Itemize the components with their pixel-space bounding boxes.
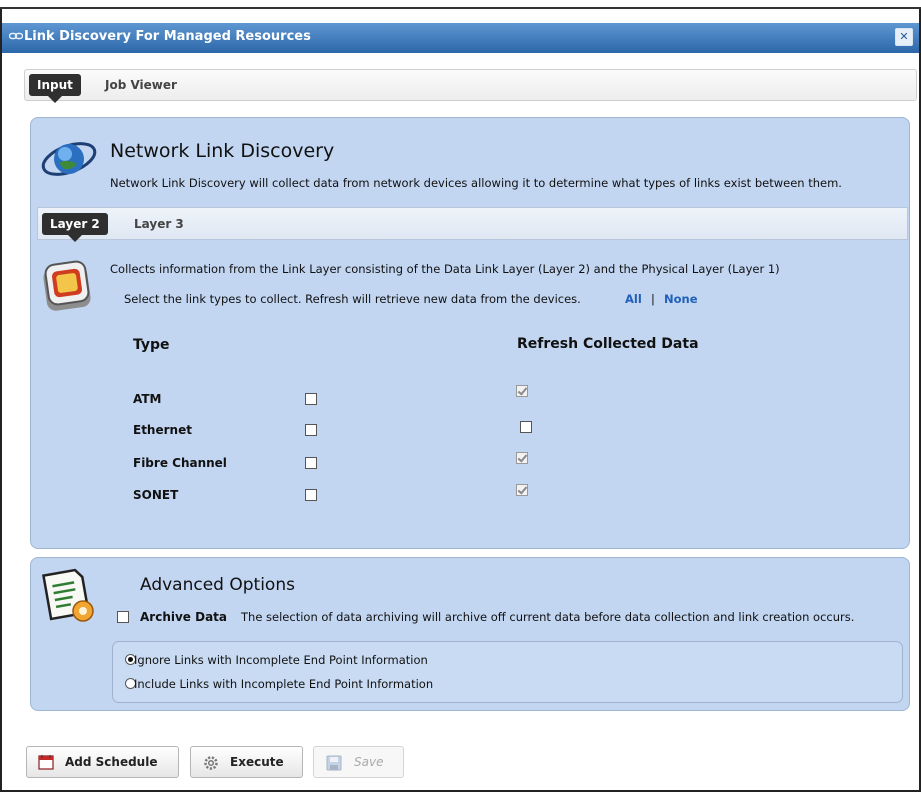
link-type-checkbox[interactable]: [305, 489, 317, 501]
endpoint-option-group: [112, 641, 903, 703]
top-tab-bar: Input Job Viewer: [24, 69, 917, 103]
tab-layer-3[interactable]: Layer 3: [134, 217, 184, 231]
link-type-label: SONET: [133, 488, 179, 502]
link-type-label: Ethernet: [133, 423, 192, 437]
globe-icon: [39, 136, 99, 185]
discovery-description: Network Link Discovery will collect data…: [110, 176, 842, 190]
add-schedule-button[interactable]: Add Schedule: [26, 746, 179, 778]
tab-layer-2[interactable]: Layer 2: [42, 213, 108, 242]
link-type-checkbox[interactable]: [305, 424, 317, 436]
type-column-header: Type: [133, 337, 170, 353]
link-separator: |: [651, 292, 655, 306]
select-instructions: Select the link types to collect. Refres…: [124, 292, 581, 306]
archive-data-checkbox[interactable]: [117, 611, 129, 623]
select-all-link[interactable]: All: [625, 292, 642, 306]
refresh-data-checkbox[interactable]: [516, 484, 528, 496]
window-title: Link Discovery For Managed Resources: [24, 29, 311, 44]
layer2-info: Collects information from the Link Layer…: [110, 262, 780, 276]
refresh-data-checkbox[interactable]: [520, 421, 532, 433]
gear-icon: [203, 755, 219, 774]
title-bar: Link Discovery For Managed Resources ✕: [2, 23, 919, 53]
refresh-column-header: Refresh Collected Data: [517, 336, 699, 352]
network-device-icon: [41, 257, 93, 320]
link-type-label: Fibre Channel: [133, 456, 227, 470]
save-button[interactable]: Save: [313, 746, 404, 778]
advanced-heading: Advanced Options: [140, 575, 295, 595]
floppy-disk-icon: [326, 755, 342, 774]
execute-label: Execute: [230, 755, 284, 769]
top-edge: [0, 0, 921, 9]
calendar-icon: [38, 754, 54, 773]
save-label: Save: [354, 755, 384, 769]
document-settings-icon: [39, 566, 97, 629]
close-button[interactable]: ✕: [895, 28, 913, 46]
add-schedule-label: Add Schedule: [65, 755, 158, 769]
link-type-checkbox[interactable]: [305, 457, 317, 469]
link-chain-icon: [8, 30, 24, 44]
link-type-checkbox[interactable]: [305, 393, 317, 405]
archive-description: The selection of data archiving will arc…: [241, 610, 855, 624]
layer-tab-bar: Layer 2 Layer 3: [37, 207, 908, 242]
select-none-link[interactable]: None: [664, 292, 698, 306]
link-type-label: ATM: [133, 392, 162, 406]
refresh-data-checkbox[interactable]: [516, 385, 528, 397]
ignore-links-label: Ignore Links with Incomplete End Point I…: [134, 653, 428, 667]
refresh-data-checkbox[interactable]: [516, 452, 528, 464]
archive-data-label: Archive Data: [140, 610, 228, 624]
discovery-heading: Network Link Discovery: [110, 140, 335, 162]
execute-button[interactable]: Execute: [190, 746, 303, 778]
tab-input[interactable]: Input: [29, 74, 81, 103]
include-links-label: Include Links with Incomplete End Point …: [134, 677, 434, 691]
tab-job-viewer[interactable]: Job Viewer: [105, 78, 177, 92]
